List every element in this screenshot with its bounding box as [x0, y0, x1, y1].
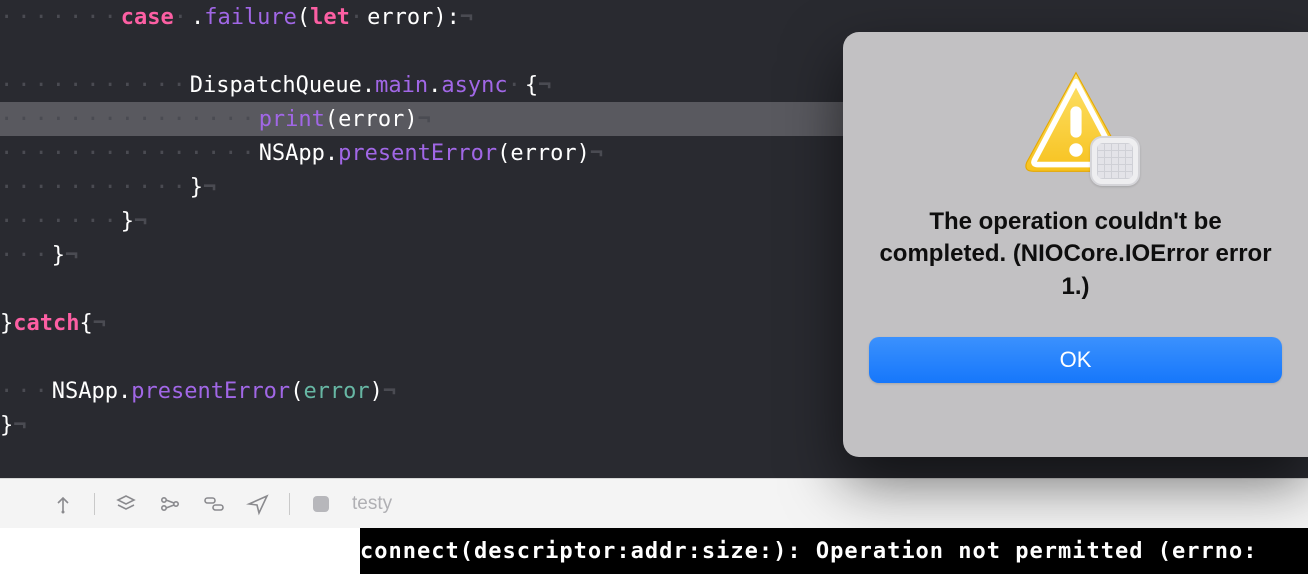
code-token: async	[441, 73, 507, 98]
code-token: let	[310, 5, 350, 30]
code-token: NSApp	[52, 379, 118, 404]
code-token: ):	[433, 5, 460, 30]
code-token: error	[367, 5, 433, 30]
code-token: ·	[350, 5, 367, 30]
code-token: .	[362, 73, 375, 98]
whitespace-indicator: ·······	[0, 5, 121, 30]
memory-graph-icon[interactable]	[157, 491, 183, 517]
whitespace-indicator: ···	[0, 243, 52, 268]
scheme-icon	[308, 491, 334, 517]
alert-message: The operation couldn't be completed. (NI…	[869, 206, 1282, 303]
scheme-name[interactable]: testy	[352, 493, 392, 515]
console-output[interactable]: connect(descriptor:addr:size:): Operatio…	[360, 528, 1308, 574]
variables-view[interactable]	[0, 528, 360, 574]
code-token: error	[338, 107, 404, 132]
code-token: DispatchQueue	[190, 73, 362, 98]
code-token: .	[428, 73, 441, 98]
whitespace-indicator: ···············	[0, 141, 259, 166]
code-token: (	[325, 107, 338, 132]
code-token: main	[375, 73, 428, 98]
ok-button[interactable]: OK	[869, 337, 1282, 383]
code-token: error	[510, 141, 576, 166]
code-token: error	[303, 379, 369, 404]
code-token: .	[325, 141, 338, 166]
newline-indicator: ¬	[134, 209, 147, 234]
code-line[interactable]: ·······case·.failure(let·error):¬	[0, 0, 1308, 34]
separator	[94, 493, 95, 515]
location-icon[interactable]	[245, 491, 271, 517]
newline-indicator: ¬	[538, 73, 551, 98]
whitespace-indicator: ···············	[0, 107, 259, 132]
code-token: )	[404, 107, 417, 132]
newline-indicator: ¬	[203, 175, 216, 200]
code-token: }	[0, 311, 13, 336]
newline-indicator: ¬	[460, 5, 473, 30]
code-token: NSApp	[259, 141, 325, 166]
code-token: (	[290, 379, 303, 404]
newline-indicator: ¬	[590, 141, 603, 166]
code-token: print	[259, 107, 325, 132]
app-badge-icon	[1090, 136, 1140, 186]
code-token: presentError	[338, 141, 497, 166]
stack-icon[interactable]	[113, 491, 139, 517]
newline-indicator: ¬	[65, 243, 78, 268]
code-token: catch	[13, 311, 79, 336]
whitespace-indicator: ···········	[0, 175, 190, 200]
whitespace-indicator: ···········	[0, 73, 190, 98]
separator	[289, 493, 290, 515]
code-token: {	[79, 311, 92, 336]
code-token: case	[121, 5, 174, 30]
debug-bar: testy	[0, 478, 1308, 528]
newline-indicator: ¬	[418, 107, 431, 132]
code-token: .	[118, 379, 131, 404]
code-token: }	[52, 243, 65, 268]
code-token: (	[297, 5, 310, 30]
step-out-icon[interactable]	[50, 491, 76, 517]
code-token: }	[121, 209, 134, 234]
env-overrides-icon[interactable]	[201, 491, 227, 517]
code-token: )	[577, 141, 590, 166]
code-token: failure	[204, 5, 297, 30]
newline-indicator: ¬	[93, 311, 106, 336]
warning-icon	[1020, 66, 1132, 178]
code-token: ·	[174, 5, 191, 30]
whitespace-indicator: ·······	[0, 209, 121, 234]
newline-indicator: ¬	[13, 413, 26, 438]
code-token: )	[370, 379, 383, 404]
code-token: }	[0, 413, 13, 438]
newline-indicator: ¬	[383, 379, 396, 404]
whitespace-indicator: ···	[0, 379, 52, 404]
error-alert: The operation couldn't be completed. (NI…	[843, 32, 1308, 457]
code-token: presentError	[131, 379, 290, 404]
code-token: {	[525, 73, 538, 98]
code-token: .	[191, 5, 204, 30]
code-token: }	[190, 175, 203, 200]
code-token: (	[497, 141, 510, 166]
code-token: ·	[508, 73, 525, 98]
